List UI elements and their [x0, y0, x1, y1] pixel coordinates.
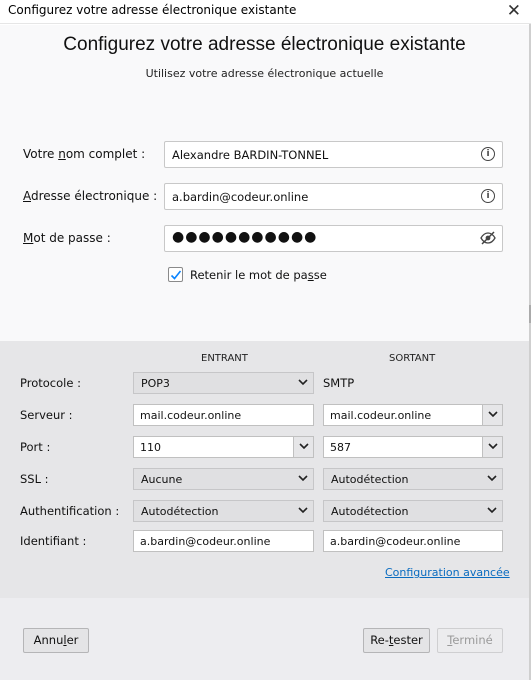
password-field[interactable]: ●●●●●●●●●●● [164, 225, 503, 252]
advanced-configuration-link[interactable]: Configuration avancée [385, 566, 510, 579]
outgoing-identifier-input[interactable]: a.bardin@codeur.online [323, 530, 503, 552]
page-subtitle: Utilisez votre adresse électronique actu… [145, 67, 384, 80]
incoming-identifier-input[interactable]: a.bardin@codeur.online [133, 530, 314, 552]
incoming-header: ENTRANT [201, 353, 248, 364]
ssl-label: SSL : [20, 472, 49, 486]
cancel-button[interactable]: Annuler [23, 628, 89, 653]
outgoing-server-dropdown-button[interactable] [482, 405, 502, 425]
incoming-server-input[interactable]: mail.codeur.online [133, 404, 314, 426]
chevron-down-icon [488, 443, 498, 450]
protocol-label: Protocole : [20, 376, 81, 390]
info-icon[interactable]: i [481, 189, 495, 203]
port-label: Port : [20, 440, 51, 454]
incoming-port-dropdown-button[interactable] [293, 437, 313, 457]
authentication-label: Authentification : [20, 504, 120, 518]
full-name-value: Alexandre BARDIN-TONNEL [172, 148, 329, 162]
chevron-down-icon [299, 443, 309, 450]
chevron-down-icon [488, 411, 498, 418]
remember-password-checkbox[interactable] [168, 267, 183, 282]
chevron-down-icon [487, 507, 497, 514]
outgoing-port-combo[interactable]: 587 [323, 436, 503, 458]
chevron-down-icon [298, 379, 308, 386]
password-label: Mot de passe : [23, 231, 111, 245]
full-name-field[interactable]: Alexandre BARDIN-TONNEL i [164, 141, 503, 168]
done-button[interactable]: Terminé [437, 628, 503, 653]
retest-button[interactable]: Re-tester [363, 628, 430, 653]
email-label: Adresse électronique : [23, 189, 158, 203]
password-value: ●●●●●●●●●●● [172, 229, 318, 245]
outgoing-auth-select[interactable]: Autodétection [323, 500, 503, 522]
incoming-auth-select[interactable]: Autodétection [133, 500, 314, 522]
outgoing-protocol-value: SMTP [323, 376, 355, 390]
title-bar: Configurez votre adresse électronique ex… [0, 0, 531, 24]
outgoing-port-dropdown-button[interactable] [482, 437, 502, 457]
window-title: Configurez votre adresse électronique ex… [8, 3, 297, 17]
outgoing-header: SORTANT [389, 353, 436, 364]
identifier-label: Identifiant : [20, 534, 87, 548]
incoming-ssl-select[interactable]: Aucune [133, 468, 314, 490]
full-name-label: Votre nom complet : [23, 147, 146, 161]
email-field[interactable]: a.bardin@codeur.online i [164, 183, 503, 210]
outgoing-server-combo[interactable]: mail.codeur.online [323, 404, 503, 426]
email-value: a.bardin@codeur.online [172, 190, 309, 204]
info-icon[interactable]: i [481, 147, 495, 161]
checkmark-icon [170, 270, 182, 280]
incoming-protocol-select[interactable]: POP3 [133, 372, 314, 394]
incoming-port-combo[interactable]: 110 [133, 436, 314, 458]
chevron-down-icon [298, 507, 308, 514]
outgoing-ssl-select[interactable]: Autodétection [323, 468, 503, 490]
page-title: Configurez votre adresse électronique ex… [63, 34, 466, 55]
chevron-down-icon [487, 475, 497, 482]
close-icon[interactable]: ✕ [507, 1, 521, 21]
server-label: Serveur : [20, 408, 73, 422]
remember-password-label[interactable]: Retenir le mot de passe [190, 268, 327, 282]
eye-slash-icon[interactable] [480, 231, 496, 248]
chevron-down-icon [298, 475, 308, 482]
